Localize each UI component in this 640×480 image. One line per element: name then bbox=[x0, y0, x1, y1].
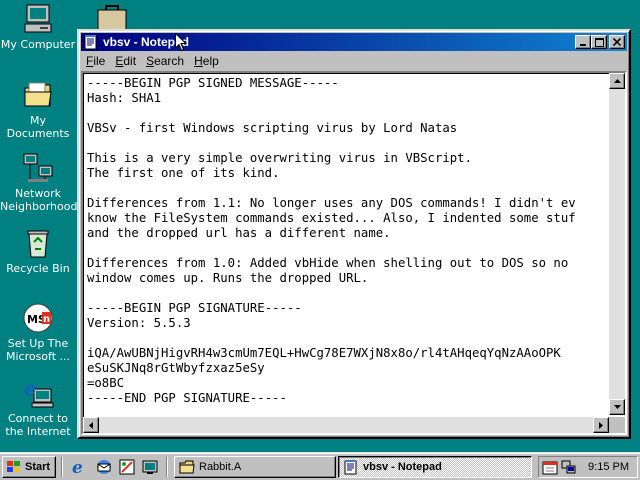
text-line: and the dropped url has a different name… bbox=[87, 226, 391, 240]
scroll-left-button[interactable] bbox=[83, 417, 99, 433]
text-editor[interactable]: -----BEGIN PGP SIGNED MESSAGE----- Hash: … bbox=[81, 71, 627, 435]
desktop-icon-msn-setup[interactable]: MS n Set Up The Microsoft ... bbox=[0, 302, 76, 363]
menu-help[interactable]: Help bbox=[189, 54, 224, 68]
desktop-icon-label: Connect to the Internet bbox=[5, 412, 71, 438]
title-bar[interactable]: vbsv - Notepad bbox=[81, 33, 627, 51]
text-line bbox=[87, 181, 609, 196]
scrollbar-corner bbox=[609, 417, 625, 433]
arrow-down-icon bbox=[613, 405, 621, 409]
menu-edit[interactable]: Edit bbox=[110, 54, 141, 68]
menu-help-label: elp bbox=[202, 54, 219, 68]
clock[interactable]: 9:15 PM bbox=[588, 461, 629, 473]
system-tray: 9:15 PM bbox=[538, 456, 638, 478]
menu-edit-label: dit bbox=[123, 54, 137, 68]
arrow-up-icon bbox=[613, 79, 621, 83]
text-line: Differences from 1.1: No longer uses any… bbox=[87, 196, 576, 210]
text-line: window comes up. Runs the dropped URL. bbox=[87, 271, 369, 285]
desktop-icon-recycle-bin[interactable]: Recycle Bin bbox=[0, 227, 76, 275]
msn-icon: MS n bbox=[22, 302, 54, 334]
start-label: Start bbox=[25, 461, 51, 473]
desktop-icon-connect-internet[interactable]: e Connect to the Internet bbox=[0, 376, 76, 438]
text-line: Version: 5.5.3 bbox=[87, 316, 191, 330]
text-line bbox=[87, 136, 609, 151]
close-button[interactable] bbox=[609, 35, 625, 49]
folder-icon bbox=[22, 79, 54, 111]
menu-file-label: ile bbox=[93, 54, 106, 68]
scroll-up-button[interactable] bbox=[609, 73, 625, 89]
scroll-down-button[interactable] bbox=[609, 399, 625, 415]
text-line: -----END PGP SIGNATURE----- bbox=[87, 391, 287, 405]
desktop-icon-my-documents[interactable]: My Documents bbox=[0, 79, 76, 140]
text-line: This is a very simple overwriting virus … bbox=[87, 151, 472, 165]
menu-file[interactable]: File bbox=[81, 54, 110, 68]
notepad-window[interactable]: vbsv - Notepad File Edit Search Help ---… bbox=[77, 29, 631, 439]
minimize-icon bbox=[580, 44, 586, 46]
text-line: VBSv - first Windows scripting virus by … bbox=[87, 121, 458, 135]
desktop-icon-label: Recycle Bin bbox=[6, 262, 70, 275]
task-label: Rabbit.A bbox=[199, 461, 242, 473]
svg-text:e: e bbox=[72, 458, 83, 476]
menu-search-label: earch bbox=[154, 54, 185, 68]
text-line: know the FileSystem commands existed... … bbox=[87, 211, 576, 225]
my-computer-icon bbox=[22, 3, 54, 35]
folder-icon bbox=[179, 459, 195, 475]
desktop-icon-network-neighborhood[interactable]: Network Neighborhood bbox=[0, 152, 78, 213]
maximize-button[interactable] bbox=[591, 35, 607, 49]
recycle-bin-icon bbox=[22, 227, 54, 259]
vertical-scrollbar[interactable] bbox=[609, 73, 625, 415]
text-line: Differences from 1.0: Added vbHide when … bbox=[87, 256, 569, 270]
taskbar: Start e Rabbit.A vbsv - Notepad 9:15 PM bbox=[0, 452, 640, 480]
text-line bbox=[87, 241, 609, 256]
desktop-icon-my-computer[interactable]: My Computer bbox=[0, 3, 76, 51]
text-line bbox=[87, 286, 609, 301]
text-line: =o8BC bbox=[87, 376, 125, 390]
taskbar-separator bbox=[61, 457, 63, 477]
briefcase-icon[interactable] bbox=[96, 4, 128, 31]
scheduler-icon[interactable] bbox=[542, 459, 558, 475]
text-line: iQA/AwUBNjHigvRH4w3cmUm7EQL+HwCg78E7WXjN… bbox=[87, 346, 561, 360]
svg-text:n: n bbox=[43, 314, 50, 325]
network-icon bbox=[22, 152, 54, 184]
minimize-button[interactable] bbox=[575, 35, 591, 49]
network-tray-icon[interactable] bbox=[561, 459, 577, 475]
task-button-rabbit[interactable]: Rabbit.A bbox=[174, 456, 336, 478]
maximize-icon bbox=[594, 37, 604, 47]
windows-logo-icon bbox=[6, 460, 22, 474]
document-text[interactable]: -----BEGIN PGP SIGNED MESSAGE----- Hash: … bbox=[85, 75, 609, 415]
svg-text:e: e bbox=[24, 377, 37, 400]
outlook-express-icon[interactable] bbox=[95, 458, 113, 476]
task-button-notepad[interactable]: vbsv - Notepad bbox=[338, 456, 532, 478]
desktop-icon-label: Set Up The Microsoft ... bbox=[5, 337, 71, 363]
desktop-icon-label: My Documents bbox=[6, 114, 70, 140]
text-line: Hash: SHA1 bbox=[87, 91, 162, 105]
desktop-icon-label: My Computer bbox=[0, 38, 76, 51]
horizontal-scrollbar[interactable] bbox=[83, 417, 609, 433]
show-desktop-icon[interactable] bbox=[141, 458, 159, 476]
menu-bar: File Edit Search Help bbox=[81, 52, 627, 70]
desktop-icon-label: Network Neighborhood bbox=[0, 187, 78, 213]
text-line bbox=[87, 331, 609, 346]
channels-icon[interactable] bbox=[118, 458, 136, 476]
close-icon bbox=[613, 38, 621, 46]
internet-explorer-icon[interactable]: e bbox=[70, 458, 88, 478]
text-line bbox=[87, 106, 609, 121]
mouse-cursor-icon bbox=[175, 32, 188, 52]
arrow-left-icon bbox=[89, 421, 93, 429]
text-line: The first one of its kind. bbox=[87, 166, 280, 180]
internet-connection-icon: e bbox=[22, 376, 54, 409]
taskbar-separator bbox=[166, 457, 168, 477]
task-label: vbsv - Notepad bbox=[363, 461, 442, 473]
start-button[interactable]: Start bbox=[2, 456, 56, 478]
scroll-right-button[interactable] bbox=[593, 417, 609, 433]
text-line: -----BEGIN PGP SIGNATURE----- bbox=[87, 301, 302, 315]
notepad-icon bbox=[83, 34, 99, 50]
notepad-icon bbox=[343, 459, 359, 475]
menu-search[interactable]: Search bbox=[141, 54, 189, 68]
arrow-right-icon bbox=[599, 421, 603, 429]
text-line: eSuSKJNq8rGtWbyfzxaz5eSy bbox=[87, 361, 265, 375]
text-line: -----BEGIN PGP SIGNED MESSAGE----- bbox=[87, 76, 339, 90]
